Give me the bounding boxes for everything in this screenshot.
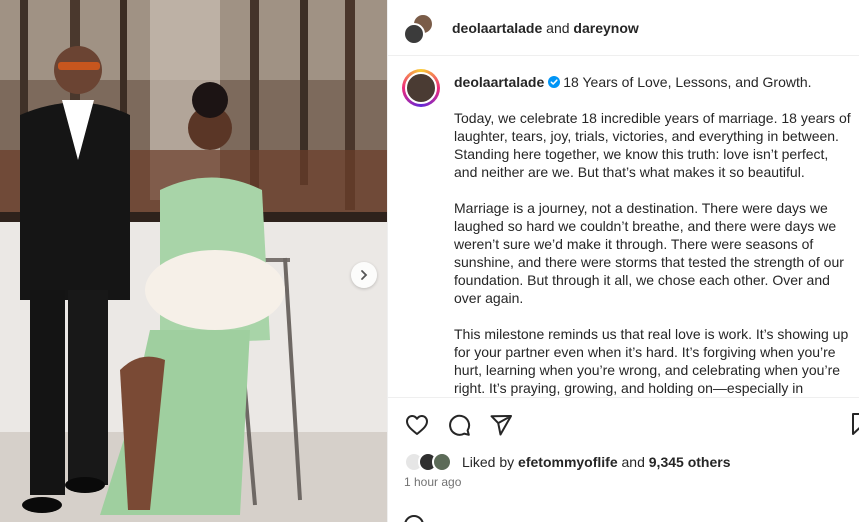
chevron-right-icon bbox=[361, 270, 368, 280]
avatar[interactable] bbox=[432, 452, 452, 472]
post-header: deolaartalade and dareynow bbox=[388, 0, 859, 56]
caption-paragraph: Today, we celebrate 18 incredible years … bbox=[454, 110, 851, 180]
heart-icon bbox=[406, 415, 428, 435]
caption-text: deolaartalade 18 Years of Love, Lessons,… bbox=[454, 73, 854, 397]
comment-button[interactable] bbox=[446, 412, 472, 438]
bookmark-icon bbox=[852, 413, 859, 435]
username-link[interactable]: dareynow bbox=[573, 20, 638, 36]
verified-badge-icon bbox=[548, 76, 561, 88]
post-timestamp[interactable]: 1 hour ago bbox=[404, 475, 461, 489]
liker-avatars[interactable] bbox=[404, 452, 456, 472]
liker-username[interactable]: efetommyoflife bbox=[518, 454, 618, 470]
share-icon bbox=[490, 415, 512, 436]
caption-paragraph: This milestone reminds us that real love… bbox=[454, 326, 849, 396]
likes-prefix: Liked by bbox=[462, 454, 515, 470]
share-button[interactable] bbox=[488, 412, 514, 438]
caption-area: deolaartalade 18 Years of Love, Lessons,… bbox=[388, 57, 859, 397]
likes-summary: Liked by efetommyoflife and 9,345 others bbox=[404, 452, 730, 472]
collab-usernames: deolaartalade and dareynow bbox=[452, 20, 639, 36]
likes-count[interactable]: 9,345 others bbox=[649, 454, 731, 470]
like-button[interactable] bbox=[404, 412, 430, 438]
avatar[interactable] bbox=[403, 22, 425, 45]
likes-middle: and bbox=[621, 454, 645, 470]
author-avatar[interactable] bbox=[402, 69, 440, 107]
action-row bbox=[404, 412, 514, 438]
save-button[interactable] bbox=[848, 412, 859, 438]
post-photo[interactable] bbox=[0, 0, 387, 522]
comment-icon bbox=[449, 414, 471, 436]
post-side-panel: deolaartalade and dareynow deolaartalade… bbox=[387, 0, 859, 522]
caption-username[interactable]: deolaartalade bbox=[454, 74, 544, 90]
username-link[interactable]: deolaartalade bbox=[452, 20, 542, 36]
collab-avatars[interactable] bbox=[401, 8, 441, 48]
caption-paragraph: Marriage is a journey, not a destination… bbox=[454, 200, 844, 306]
connector-text: and bbox=[546, 19, 570, 36]
next-photo-button[interactable] bbox=[351, 262, 377, 288]
actions-section: Liked by efetommyoflife and 9,345 others… bbox=[388, 397, 859, 522]
caption-paragraph: 18 Years of Love, Lessons, and Growth. bbox=[563, 74, 812, 90]
emoji-icon[interactable] bbox=[404, 513, 424, 522]
photo-illustration bbox=[0, 0, 387, 522]
